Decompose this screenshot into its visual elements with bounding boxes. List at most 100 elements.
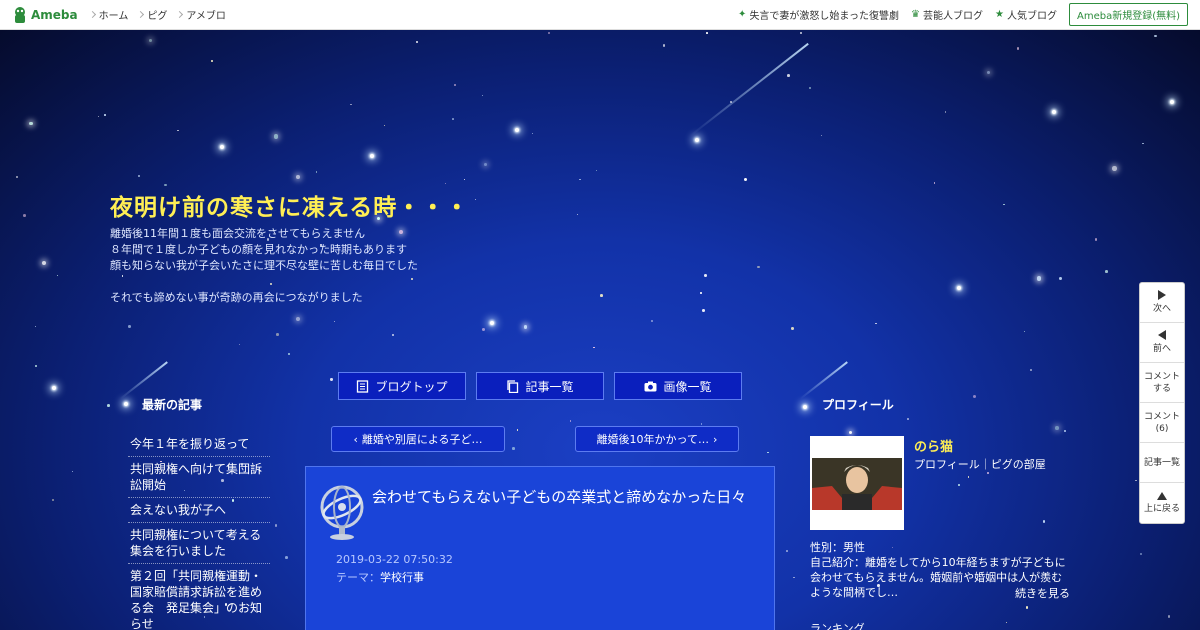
article-list-label: 記事一覧 xyxy=(1143,457,1180,468)
star xyxy=(106,403,110,407)
star xyxy=(1167,615,1170,618)
star xyxy=(577,213,579,216)
bright-star xyxy=(1170,100,1174,104)
star xyxy=(787,74,791,78)
ameba-logo[interactable]: Ameba xyxy=(12,6,78,24)
next-article-button[interactable]: 離婚後10年かかって… › xyxy=(575,426,739,452)
blog-title[interactable]: 夜明け前の寒さに凍える時・・・ xyxy=(110,188,469,222)
avatar-image xyxy=(812,458,902,510)
shooting-star xyxy=(799,361,848,400)
profile-name[interactable]: のら猫 xyxy=(914,436,953,455)
star xyxy=(29,121,33,126)
star xyxy=(821,135,823,137)
article-list-button[interactable]: 記事一覧 xyxy=(1140,443,1184,483)
star xyxy=(475,198,477,200)
star xyxy=(973,395,977,399)
prev-button[interactable]: 前へ xyxy=(1140,323,1184,363)
profile-avatar[interactable] xyxy=(810,436,904,530)
nav-home-label: ホーム xyxy=(98,11,129,22)
star xyxy=(849,430,853,435)
star xyxy=(296,317,301,322)
prev-article-button[interactable]: ‹ 離婚や別居による子ど… xyxy=(331,426,505,452)
list-item[interactable]: 共同親権について考える集会を行いました xyxy=(128,523,270,564)
featured-link-label: 失言で妻が激怒し始まった復讐劇 xyxy=(749,11,900,22)
read-more-link[interactable]: 続きを見る xyxy=(1015,585,1070,601)
profile-gender: 性別：男性 xyxy=(810,541,865,554)
bright-star xyxy=(52,386,56,390)
star xyxy=(415,40,419,44)
star xyxy=(791,326,794,330)
theme-link[interactable]: 学校行事 xyxy=(380,571,424,584)
list-item[interactable]: 会えない我が子へ xyxy=(128,498,270,523)
featured-link[interactable]: ✦ 失言で妻が激怒し始まった復讐劇 xyxy=(738,7,899,22)
star xyxy=(482,328,486,332)
star xyxy=(1055,426,1059,430)
article-title[interactable]: 会わせてもらえない子どもの卒業式と諦めなかった日々 xyxy=(372,487,762,508)
back-to-top-label: 上に戻る xyxy=(1143,503,1180,514)
tab-blog-top[interactable]: ブログトップ xyxy=(338,372,466,400)
tab-article-list-label: 記事一覧 xyxy=(525,379,574,394)
nav-pigg-label: ピグ xyxy=(147,11,168,22)
star xyxy=(315,170,318,173)
up-arrow-icon xyxy=(1157,491,1167,500)
star xyxy=(766,451,769,454)
chevron-right-icon xyxy=(137,10,145,19)
star xyxy=(706,32,708,34)
star xyxy=(987,472,989,474)
star xyxy=(516,428,519,431)
star xyxy=(662,44,665,47)
profile-links[interactable]: プロフィール｜ピグの部屋 xyxy=(914,456,1046,472)
star xyxy=(56,275,59,277)
star xyxy=(579,179,581,181)
prev-label: 前へ xyxy=(1152,344,1171,354)
register-button[interactable]: Ameba新規登録(無料) xyxy=(1068,3,1188,26)
tab-image-list[interactable]: 画像一覧 xyxy=(614,372,742,400)
comment-button[interactable]: コメントする xyxy=(1140,363,1184,403)
star xyxy=(785,550,788,552)
star xyxy=(744,177,747,181)
article-card: 会わせてもらえない子どもの卒業式と諦めなかった日々 2019-03-22 07:… xyxy=(305,466,775,630)
star xyxy=(1064,429,1067,432)
nav-ameblo[interactable]: アメブロ xyxy=(176,7,226,22)
star xyxy=(799,31,803,35)
back-to-top-button[interactable]: 上に戻る xyxy=(1140,483,1184,523)
bright-star xyxy=(370,154,374,158)
star xyxy=(1094,238,1097,241)
nav-pigg[interactable]: ピグ xyxy=(137,7,168,22)
star xyxy=(23,214,26,218)
header-nav: ホーム ピグ アメブロ xyxy=(88,7,226,22)
star xyxy=(350,103,352,106)
shooting-star xyxy=(689,42,809,137)
tab-image-list-label: 画像一覧 xyxy=(663,379,712,394)
celebrity-blog-link[interactable]: ♛ 芸能人ブログ xyxy=(911,7,983,22)
star xyxy=(531,132,534,134)
star xyxy=(699,292,702,295)
bright-star xyxy=(957,286,961,290)
prev-arrow-icon xyxy=(1158,330,1166,340)
star-icon: ★ xyxy=(995,9,1004,20)
list-item[interactable]: 今年１年を振り返って xyxy=(128,432,270,457)
star xyxy=(704,274,708,278)
star xyxy=(383,124,386,127)
star xyxy=(957,484,960,487)
list-item[interactable]: 共同親権へ向けて集団訴訟開始 xyxy=(128,457,270,498)
star xyxy=(1142,142,1144,145)
nav-home[interactable]: ホーム xyxy=(88,7,129,22)
star xyxy=(35,365,38,368)
profile-heading: プロフィール xyxy=(822,398,894,412)
list-item[interactable]: 第２回「共同親権運動・国家賠償請求訴訟を進める会 発足集会」のお知らせ xyxy=(128,564,270,630)
nav-ameblo-label: アメブロ xyxy=(186,11,226,22)
popular-blog-link[interactable]: ★ 人気ブログ xyxy=(995,7,1057,22)
tab-article-list[interactable]: 記事一覧 xyxy=(476,372,604,400)
star xyxy=(483,162,488,167)
popular-blog-label: 人気ブログ xyxy=(1006,11,1057,22)
next-article-label: 離婚後10年かかって… xyxy=(596,433,710,446)
comments-count-button[interactable]: コメント(6) xyxy=(1140,403,1184,443)
prev-article-label: 離婚や別居による子ど… xyxy=(361,433,483,446)
copy-icon xyxy=(507,379,519,393)
star xyxy=(1153,34,1157,38)
star xyxy=(1030,368,1033,371)
next-label: 次へ xyxy=(1152,304,1171,314)
star xyxy=(1023,330,1025,332)
next-button[interactable]: 次へ xyxy=(1140,283,1184,323)
